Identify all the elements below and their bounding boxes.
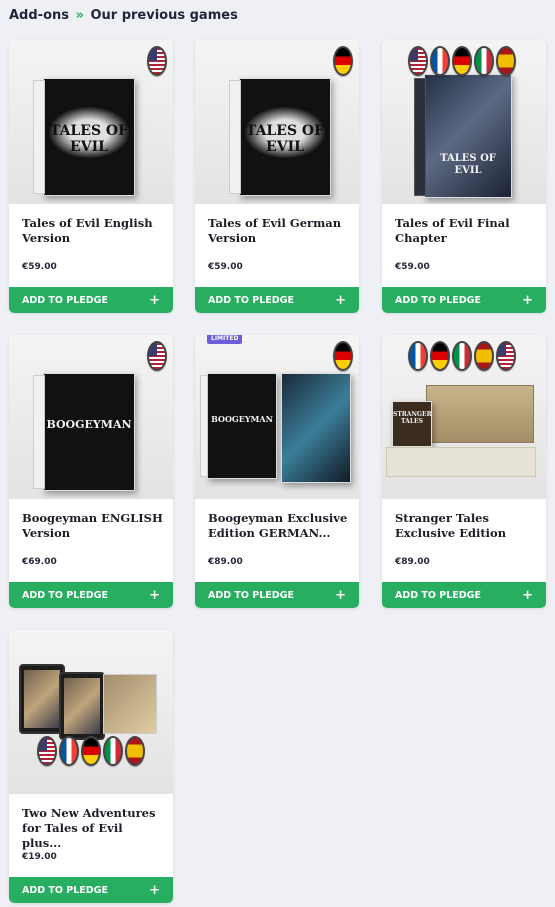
product-card[interactable]: BOOGEYMAN LIMITED Boogeyman Exclusive Ed… [195, 335, 359, 608]
product-price: €89.00 [395, 557, 430, 567]
box-logo-text: BOOGEYMAN [46, 418, 132, 432]
product-title[interactable]: Stranger Tales Exclusive Edition [395, 511, 537, 541]
flag-us-icon [496, 341, 516, 371]
product-price: €19.00 [22, 852, 57, 862]
game-box-image: TALES OF EVIL [239, 78, 331, 196]
add-to-pledge-label: ADD TO PLEDGE [208, 294, 294, 306]
product-price: €59.00 [208, 262, 243, 272]
product-image[interactable]: BOOGEYMAN [195, 335, 359, 499]
add-to-pledge-button[interactable]: ADD TO PLEDGE + [195, 287, 359, 313]
language-flags [9, 736, 173, 766]
product-image[interactable]: TALES OF EVIL [382, 40, 546, 204]
game-box-image: BOOGEYMAN [207, 373, 277, 479]
flag-de-icon [333, 341, 353, 371]
flag-de-icon [430, 341, 450, 371]
product-price: €59.00 [395, 262, 430, 272]
box-logo-text: TALES OF EVIL [245, 123, 325, 156]
language-flags [333, 46, 353, 76]
add-to-pledge-label: ADD TO PLEDGE [395, 589, 481, 601]
language-flags [333, 341, 353, 371]
box-logo-text: TALES OF EVIL [49, 123, 129, 156]
product-image[interactable] [9, 630, 173, 794]
add-to-pledge-label: ADD TO PLEDGE [22, 589, 108, 601]
language-flags [147, 46, 167, 76]
flag-de-icon [452, 46, 472, 76]
plus-icon: + [522, 292, 533, 308]
breadcrumb-parent-link[interactable]: Add-ons [9, 8, 69, 23]
game-box-image: STRANGER TALES [392, 401, 432, 447]
plus-icon: + [149, 587, 160, 603]
add-to-pledge-label: ADD TO PLEDGE [22, 294, 108, 306]
language-flags [408, 341, 516, 371]
box-logo-text: BOOGEYMAN [211, 413, 273, 424]
product-title[interactable]: Boogeyman Exclusive Edition GERMAN... [208, 511, 350, 541]
product-title[interactable]: Boogeyman ENGLISH Version [22, 511, 164, 541]
box-logo-text: STRANGER TALES [393, 410, 432, 425]
product-image[interactable]: STRANGER TALES [382, 335, 546, 499]
product-image[interactable]: BOOGEYMAN [9, 335, 173, 499]
product-card[interactable]: TALES OF EVIL Tales of Evil German Versi… [195, 40, 359, 313]
product-image[interactable]: TALES OF EVIL [195, 40, 359, 204]
add-to-pledge-label: ADD TO PLEDGE [395, 294, 481, 306]
product-title[interactable]: Tales of Evil Final Chapter [395, 216, 537, 246]
product-image[interactable]: TALES OF EVIL [9, 40, 173, 204]
game-box-image: TALES OF EVIL [424, 74, 512, 198]
add-to-pledge-button[interactable]: ADD TO PLEDGE + [195, 582, 359, 608]
plus-icon: + [335, 587, 346, 603]
box-logo-text: TALES OF EVIL [440, 153, 496, 177]
breadcrumb-current: Our previous games [90, 8, 238, 23]
product-card[interactable]: Two New Adventures for Tales of Evil plu… [9, 630, 173, 903]
flag-de-icon [81, 736, 101, 766]
add-to-pledge-button[interactable]: ADD TO PLEDGE + [9, 287, 173, 313]
add-to-pledge-button[interactable]: ADD TO PLEDGE + [9, 877, 173, 903]
breadcrumb-separator: » [75, 8, 84, 23]
flag-fr-icon [430, 46, 450, 76]
product-title[interactable]: Tales of Evil German Version [208, 216, 350, 246]
flag-es-icon [496, 46, 516, 76]
add-to-pledge-label: ADD TO PLEDGE [22, 884, 108, 896]
product-card[interactable]: TALES OF EVIL Tales of Evil English Vers… [9, 40, 173, 313]
product-card[interactable]: BOOGEYMAN Boogeyman ENGLISH Version €69.… [9, 335, 173, 608]
flag-us-icon [37, 736, 57, 766]
game-board-image [426, 385, 534, 443]
plus-icon: + [335, 292, 346, 308]
tablet-image [59, 672, 105, 740]
product-price: €69.00 [22, 557, 57, 567]
flag-it-icon [452, 341, 472, 371]
add-to-pledge-button[interactable]: ADD TO PLEDGE + [382, 582, 546, 608]
plus-icon: + [522, 587, 533, 603]
page-image [103, 674, 157, 734]
language-flags [408, 46, 516, 76]
game-box-exclusive-image [281, 373, 351, 483]
flag-it-icon [474, 46, 494, 76]
plus-icon: + [149, 292, 160, 308]
game-box-image: TALES OF EVIL [43, 78, 135, 196]
flag-es-icon [474, 341, 494, 371]
product-card[interactable]: TALES OF EVIL Tales of Evil Final Chapte… [382, 40, 546, 313]
add-to-pledge-label: ADD TO PLEDGE [208, 589, 294, 601]
flag-fr-icon [59, 736, 79, 766]
product-title[interactable]: Two New Adventures for Tales of Evil plu… [22, 806, 164, 851]
add-to-pledge-button[interactable]: ADD TO PLEDGE + [9, 582, 173, 608]
flag-it-icon [103, 736, 123, 766]
flag-de-icon [333, 46, 353, 76]
product-title[interactable]: Tales of Evil English Version [22, 216, 164, 246]
product-card[interactable]: STRANGER TALES Stranger Tales Exclusive … [382, 335, 546, 608]
product-price: €59.00 [22, 262, 57, 272]
flag-es-icon [125, 736, 145, 766]
limited-badge: LIMITED [207, 335, 243, 344]
flag-us-icon [147, 46, 167, 76]
breadcrumb: Add-ons » Our previous games [9, 8, 238, 23]
flag-us-icon [147, 341, 167, 371]
flag-fr-icon [408, 341, 428, 371]
language-flags [147, 341, 167, 371]
plus-icon: + [149, 882, 160, 898]
flag-us-icon [408, 46, 428, 76]
product-price: €89.00 [208, 557, 243, 567]
add-to-pledge-button[interactable]: ADD TO PLEDGE + [382, 287, 546, 313]
game-box-image: BOOGEYMAN [43, 373, 135, 491]
